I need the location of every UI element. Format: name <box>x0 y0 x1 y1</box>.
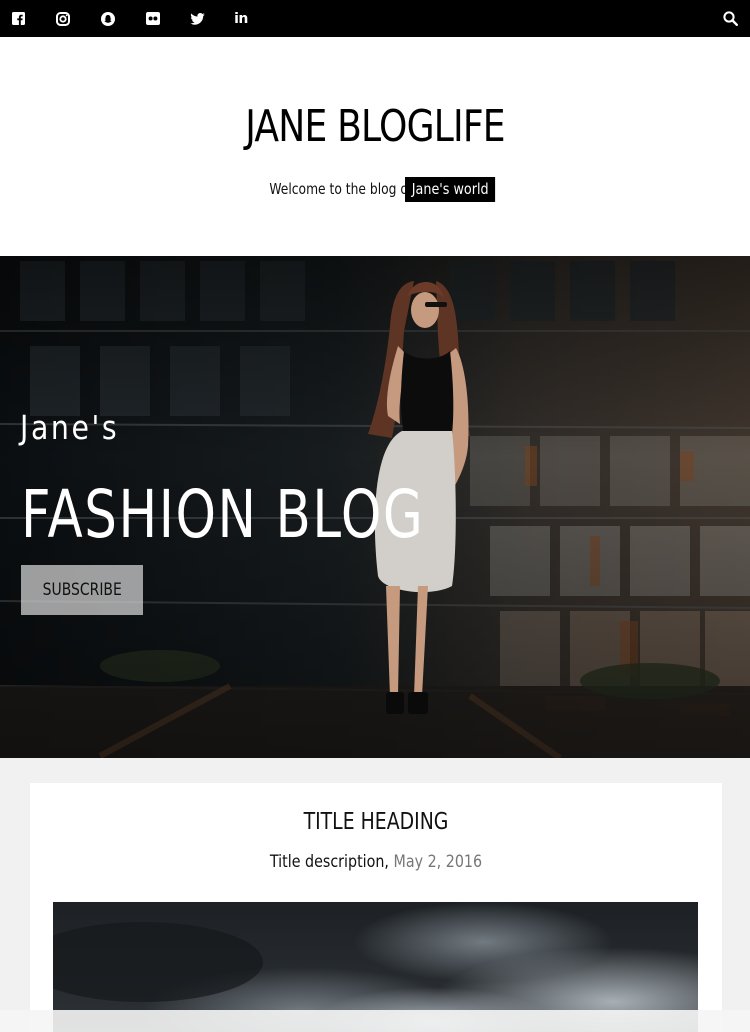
post-date: May 2, 2016 <box>393 852 483 872</box>
tagline-highlight: Jane's world <box>405 177 496 202</box>
subscribe-button[interactable]: SUBSCRIBE <box>21 565 143 615</box>
tagline-text: Welcome to the blog of <box>269 180 413 198</box>
post-title[interactable]: TITLE HEADING <box>92 809 659 835</box>
linkedin-icon-label: in <box>234 10 248 27</box>
social-topbar: in <box>0 0 750 37</box>
search-icon[interactable] <box>721 9 740 28</box>
hero-kicker: Jane's <box>20 408 120 447</box>
hero-title: FASHION BLOG <box>21 476 425 553</box>
site-header: JANE BLOGLIFE Welcome to the blog of Jan… <box>0 37 750 256</box>
bottom-bar <box>0 1010 750 1032</box>
twitter-icon[interactable] <box>189 10 205 27</box>
subscribe-button-label: SUBSCRIBE <box>42 580 122 600</box>
snapchat-icon[interactable] <box>100 10 116 27</box>
hero-banner: Jane's FASHION BLOG SUBSCRIBE <box>0 256 750 758</box>
post-description: Title description, <box>269 852 389 872</box>
site-tagline: Welcome to the blog of Jane's world <box>0 177 750 202</box>
linkedin-icon[interactable]: in <box>232 10 250 27</box>
post-card: TITLE HEADING Title description, May 2, … <box>30 783 722 1032</box>
instagram-icon[interactable] <box>55 10 71 27</box>
post-meta: Title description, May 2, 2016 <box>85 852 666 872</box>
facebook-icon[interactable] <box>11 10 25 27</box>
site-title[interactable]: JANE BLOGLIFE <box>68 101 683 152</box>
flickr-icon[interactable] <box>145 10 160 27</box>
